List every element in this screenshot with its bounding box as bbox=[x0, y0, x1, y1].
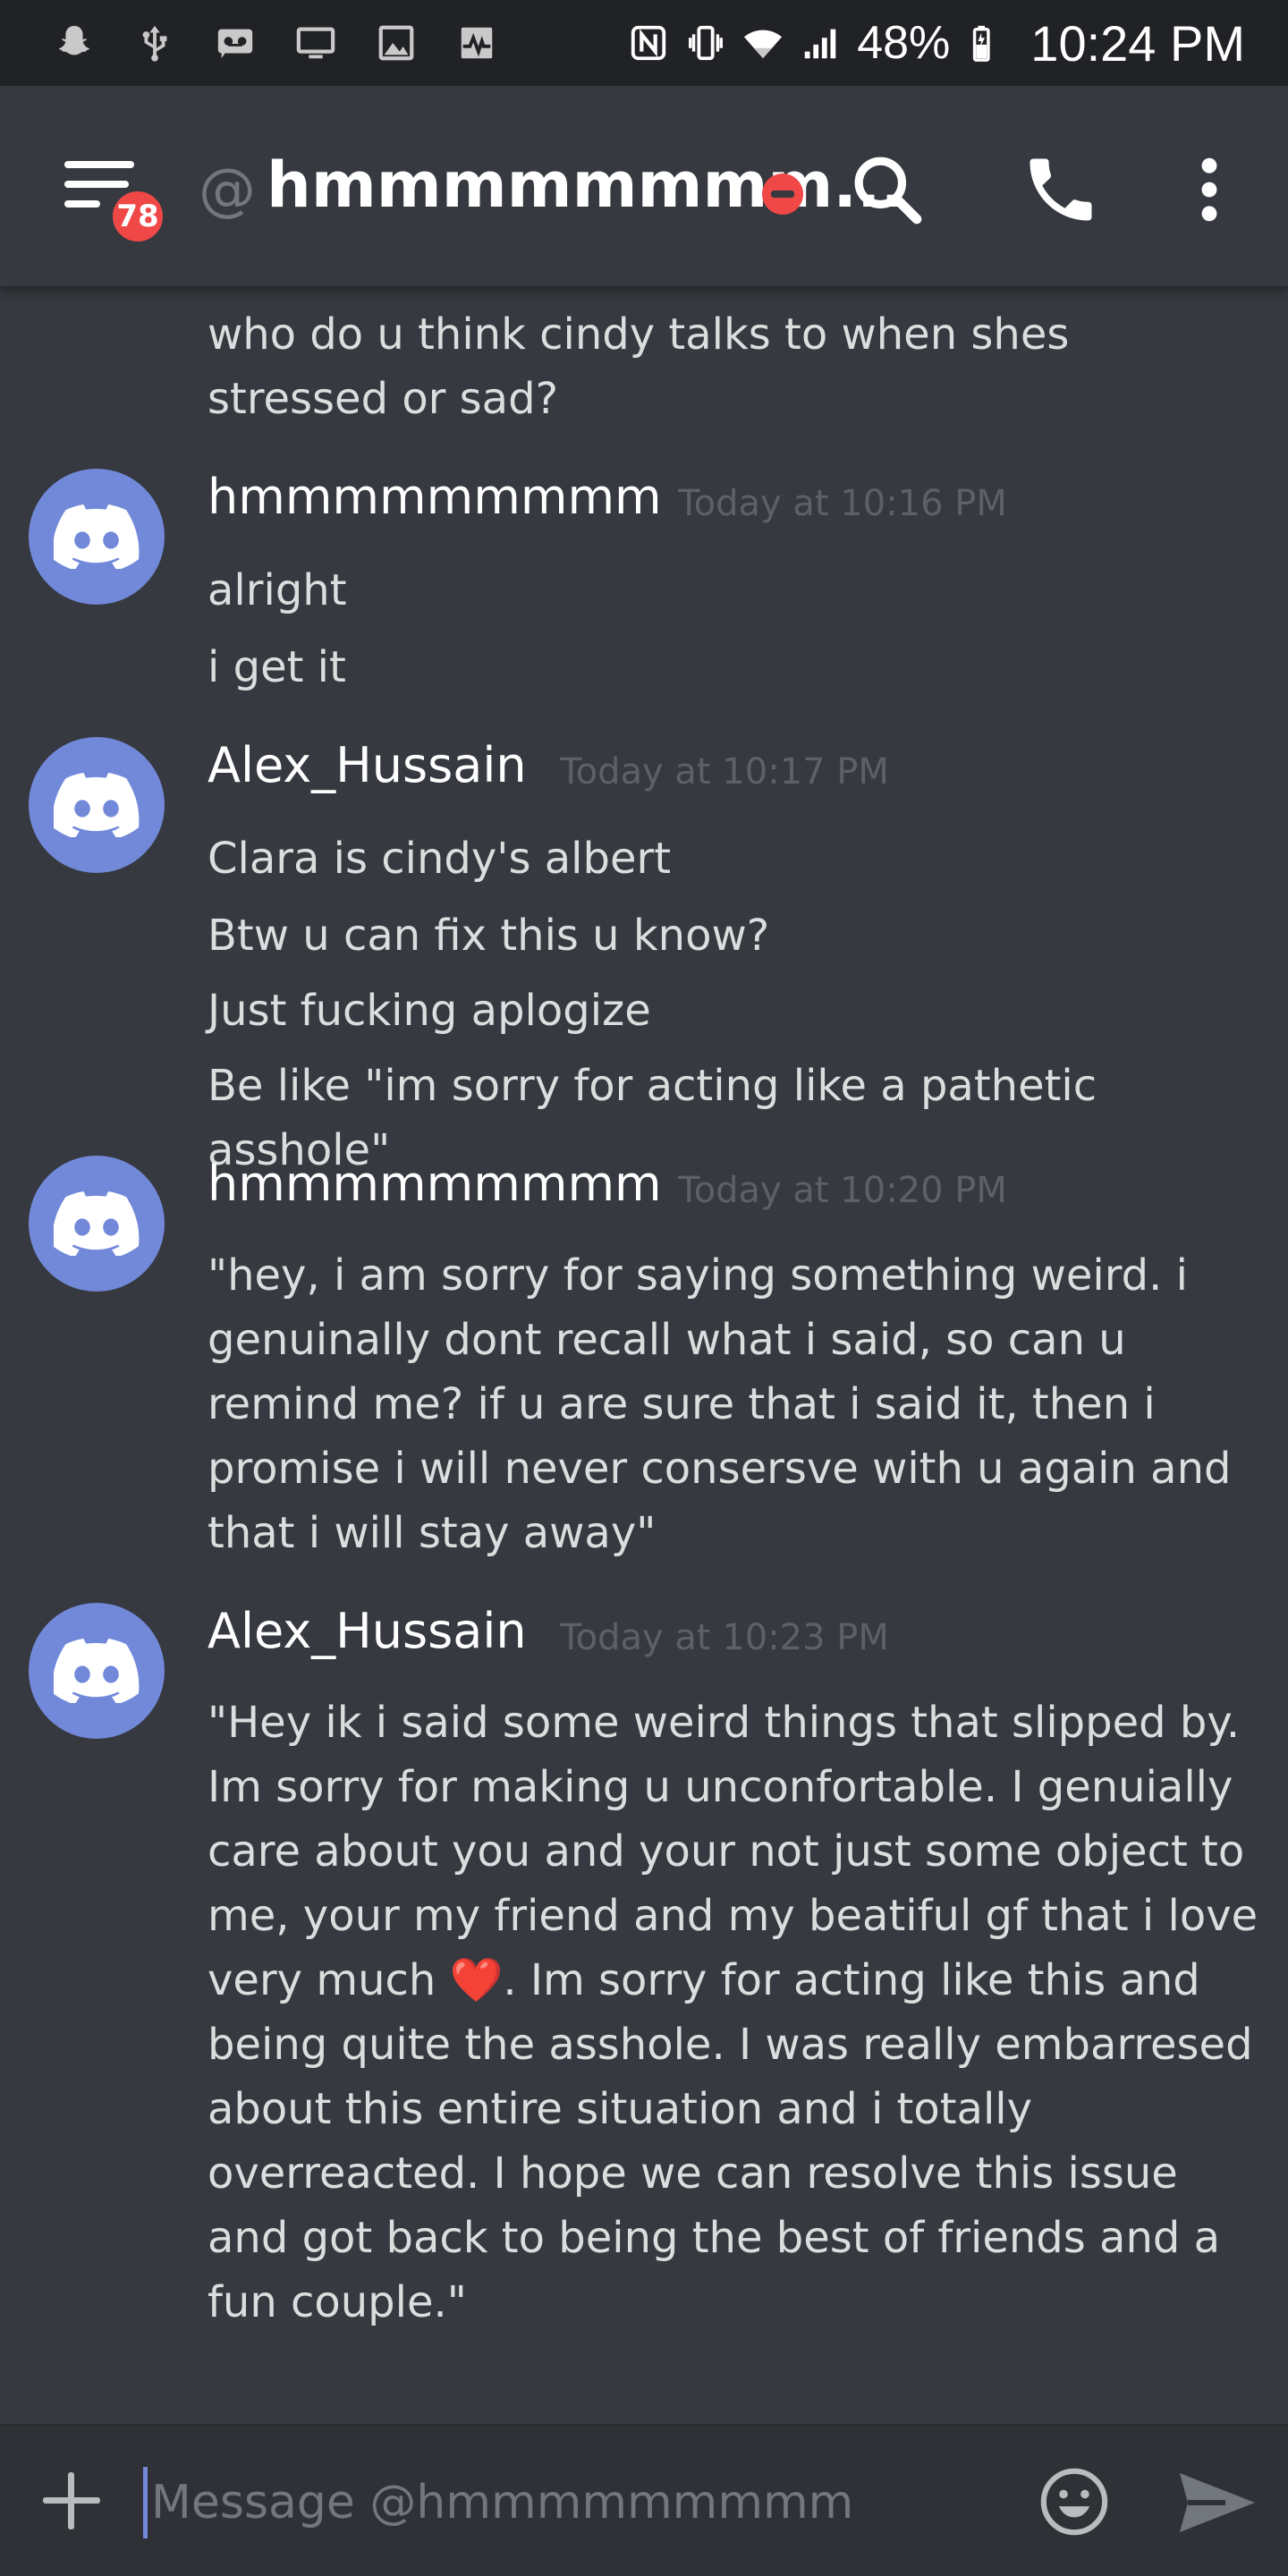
phone-icon bbox=[1030, 158, 1092, 221]
message-timestamp: Today at 10:20 PM bbox=[678, 1170, 1007, 1211]
battery-percent: 48% bbox=[857, 17, 951, 69]
avatar[interactable] bbox=[29, 1603, 165, 1739]
avatar[interactable] bbox=[29, 1156, 165, 1292]
wifi-icon bbox=[742, 22, 784, 64]
discord-logo-icon bbox=[54, 1639, 140, 1703]
message-author[interactable]: Alex_Hussain bbox=[208, 737, 527, 793]
avatar[interactable] bbox=[29, 737, 165, 873]
heart-emoji-icon: ❤️ bbox=[449, 1955, 504, 2005]
message-author[interactable]: hmmmmmmmmm bbox=[208, 469, 662, 525]
message-text-part: . Im sorry for acting like this and bein… bbox=[208, 1955, 1253, 2327]
avatar[interactable] bbox=[29, 469, 165, 605]
message-text: "Hey ik i said some weird things that sl… bbox=[208, 1690, 1263, 2334]
message-text: who do u think cindy talks to when shes … bbox=[208, 309, 1070, 424]
at-symbol: @ bbox=[199, 157, 256, 224]
message-list[interactable]: who do u think cindy talks to when shes … bbox=[0, 286, 1288, 2424]
status-bar-notifications bbox=[54, 22, 497, 64]
clock: 10:24 PM bbox=[1030, 14, 1245, 72]
message-composer bbox=[0, 2424, 1288, 2576]
pulse-icon bbox=[456, 22, 497, 64]
search-icon bbox=[854, 157, 922, 225]
cast-icon bbox=[295, 22, 336, 64]
more-options-button[interactable] bbox=[1168, 148, 1250, 231]
message-text: Clara is cindy's albert bbox=[208, 834, 672, 884]
voicemail-icon bbox=[215, 22, 256, 64]
message-timestamp: Today at 10:17 PM bbox=[560, 751, 889, 792]
message-text: "hey, i am sorry for saying something we… bbox=[208, 1250, 1232, 1558]
message-timestamp: Today at 10:23 PM bbox=[560, 1617, 889, 1658]
call-button[interactable] bbox=[1020, 148, 1102, 231]
send-icon[interactable] bbox=[1177, 2470, 1258, 2535]
status-bar-system: 48% 10:24 PM bbox=[628, 14, 1245, 72]
channel-header: 78 @ hmmmmmmmm... bbox=[0, 86, 1288, 286]
snapchat-icon bbox=[54, 22, 95, 64]
unread-badge: 78 bbox=[107, 186, 168, 247]
plus-icon[interactable] bbox=[43, 2472, 100, 2529]
status-bar: 48% 10:24 PM bbox=[0, 0, 1288, 86]
more-vert-icon bbox=[1201, 157, 1217, 222]
message-text: i get it bbox=[208, 642, 346, 692]
discord-logo-icon bbox=[54, 773, 140, 837]
dm-recipient-name[interactable]: hmmmmmmmm... bbox=[267, 148, 904, 222]
usb-icon bbox=[134, 22, 175, 64]
vibrate-icon bbox=[685, 22, 726, 64]
message-text: Btw u can fix this u know? bbox=[208, 911, 770, 961]
message-author[interactable]: hmmmmmmmmm bbox=[208, 1156, 662, 1212]
nfc-icon bbox=[628, 22, 669, 64]
message-input[interactable] bbox=[143, 2467, 1002, 2538]
discord-logo-icon bbox=[54, 504, 140, 569]
message-text: alright bbox=[208, 565, 347, 615]
dnd-status-icon bbox=[762, 174, 803, 215]
battery-icon bbox=[966, 22, 1007, 64]
search-button[interactable] bbox=[846, 148, 928, 231]
signal-icon bbox=[800, 22, 841, 64]
message-author[interactable]: Alex_Hussain bbox=[208, 1603, 527, 1659]
discord-logo-icon bbox=[54, 1191, 140, 1256]
message-text: Just fucking aplogize bbox=[208, 986, 651, 1036]
emoji-icon[interactable] bbox=[1038, 2465, 1111, 2538]
image-icon bbox=[376, 22, 417, 64]
message-timestamp: Today at 10:16 PM bbox=[678, 483, 1007, 524]
